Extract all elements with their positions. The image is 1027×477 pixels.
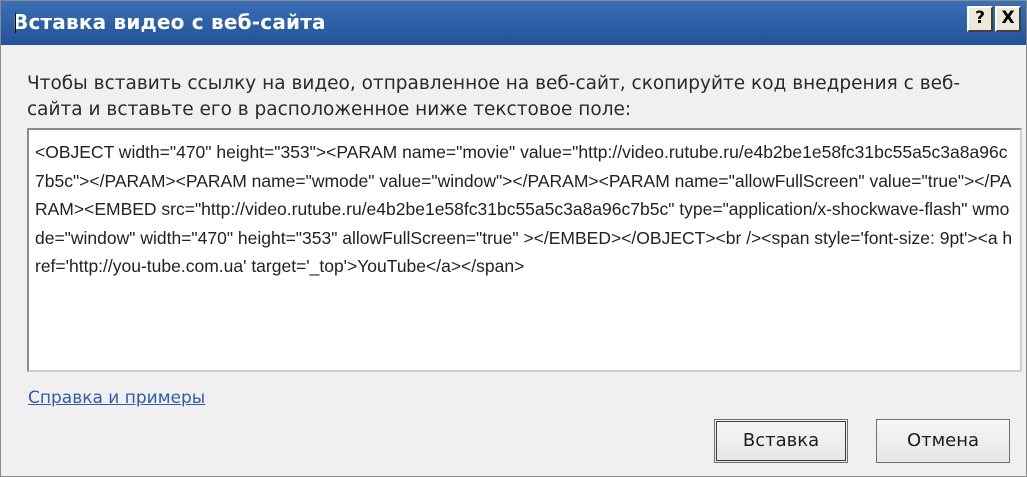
text-caret <box>15 13 16 33</box>
embed-code-textarea[interactable]: <OBJECT width="470" height="353"><PARAM … <box>27 128 1022 372</box>
help-button[interactable]: ? <box>967 6 993 32</box>
dialog-title: Вставка видео с веб-сайта <box>13 10 326 34</box>
help-examples-link[interactable]: Справка и примеры <box>28 388 205 408</box>
instruction-text: Чтобы вставить ссылку на видео, отправле… <box>27 73 961 120</box>
insert-video-dialog: Вставка видео с веб-сайта ? X Чтобы вста… <box>0 0 1027 477</box>
insert-button[interactable]: Вставка <box>714 419 848 463</box>
title-bar[interactable]: Вставка видео с веб-сайта ? X <box>1 1 1026 45</box>
cancel-button[interactable]: Отмена <box>876 419 1010 463</box>
close-button[interactable]: X <box>995 6 1021 32</box>
